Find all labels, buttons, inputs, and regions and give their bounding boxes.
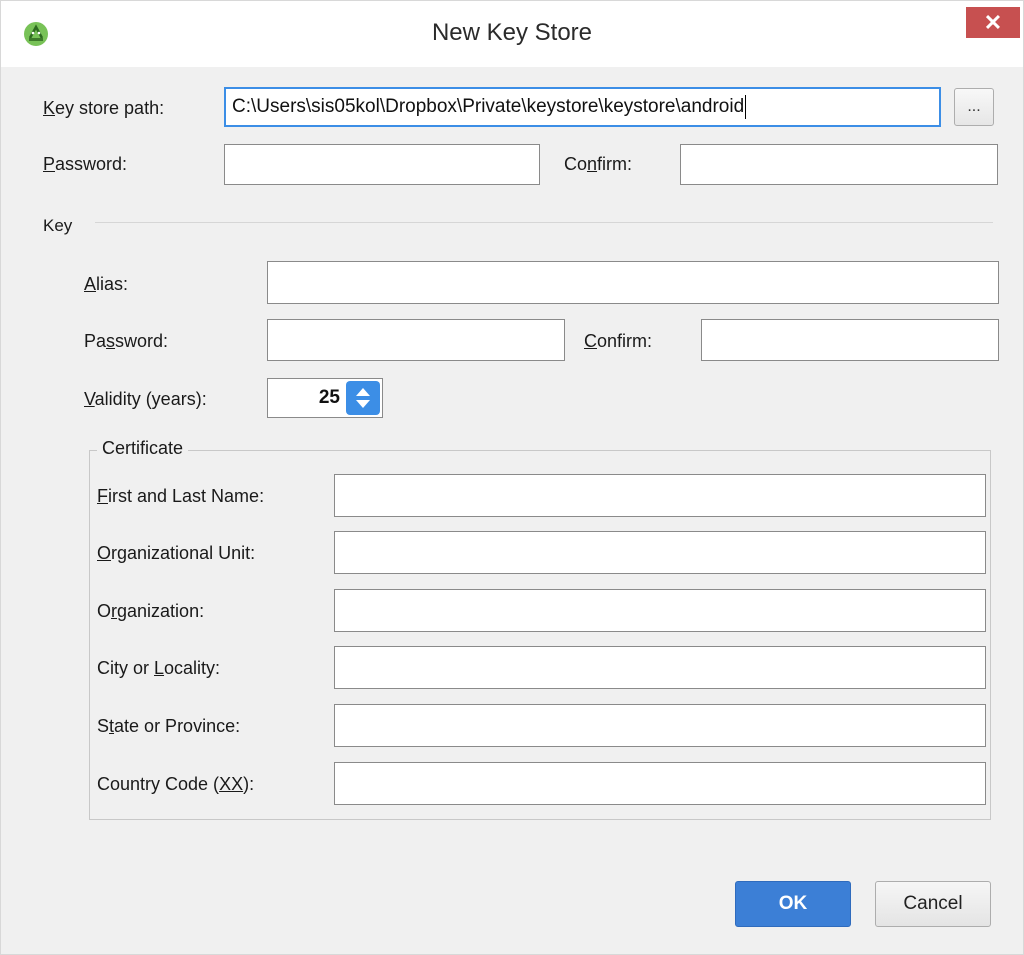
- keystore-confirm-field[interactable]: [680, 144, 998, 185]
- first-last-name-field[interactable]: [334, 474, 986, 517]
- text-caret: [745, 95, 747, 119]
- validity-label: Validity (years):: [84, 389, 207, 409]
- key-confirm-label: Confirm:: [584, 331, 653, 351]
- organizational-unit-field[interactable]: [334, 531, 986, 574]
- ok-button[interactable]: OK: [735, 881, 851, 927]
- validity-spinner[interactable]: 25: [267, 378, 383, 418]
- cancel-button-label: Cancel: [903, 893, 963, 914]
- organizational-unit-label: Organizational Unit:: [97, 543, 256, 563]
- new-key-store-dialog: New Key Store ✕ Key store path: C:\Users…: [0, 0, 1024, 955]
- state-province-label: State or Province:: [97, 716, 241, 736]
- country-code-field[interactable]: [334, 762, 986, 805]
- state-province-field[interactable]: [334, 704, 986, 747]
- alias-label: Alias:: [84, 274, 129, 294]
- browse-button[interactable]: ...: [954, 88, 994, 126]
- city-locality-field[interactable]: [334, 646, 986, 689]
- cancel-button[interactable]: Cancel: [875, 881, 991, 927]
- keystore-password-field[interactable]: [224, 144, 540, 185]
- organization-field[interactable]: [334, 589, 986, 632]
- window-title: New Key Store: [431, 19, 593, 46]
- spinner-up-arrow-icon[interactable]: [356, 388, 370, 396]
- spinner-down-arrow-icon[interactable]: [356, 400, 370, 408]
- ok-button-label: OK: [778, 893, 808, 914]
- first-last-name-label: First and Last Name:: [97, 486, 265, 506]
- alias-field[interactable]: [267, 261, 999, 304]
- country-code-label: Country Code (XX):: [97, 774, 255, 794]
- key-store-path-value: C:\Users\sis05kol\Dropbox\Private\keysto…: [232, 96, 745, 117]
- key-store-path-input[interactable]: C:\Users\sis05kol\Dropbox\Private\keysto…: [224, 87, 941, 127]
- key-password-field[interactable]: [267, 319, 565, 361]
- key-section-separator: [95, 222, 993, 223]
- key-section-label: Key: [43, 216, 73, 235]
- title-bar: New Key Store ✕: [1, 1, 1023, 67]
- keystore-password-label: Password:: [43, 154, 128, 174]
- close-icon: ✕: [983, 9, 1003, 35]
- keystore-confirm-label: Confirm:: [564, 154, 633, 174]
- close-button[interactable]: ✕: [966, 7, 1020, 38]
- organization-label: Organization:: [97, 601, 205, 621]
- browse-button-label: ...: [967, 98, 981, 115]
- validity-value: 25: [318, 387, 340, 408]
- key-confirm-field[interactable]: [701, 319, 999, 361]
- spinner-arrows-icon[interactable]: [346, 381, 380, 415]
- city-locality-label: City or Locality:: [97, 658, 221, 678]
- key-store-path-label: Key store path:: [43, 98, 165, 118]
- certificate-legend: Certificate: [97, 438, 189, 459]
- key-password-label: Password:: [84, 331, 169, 351]
